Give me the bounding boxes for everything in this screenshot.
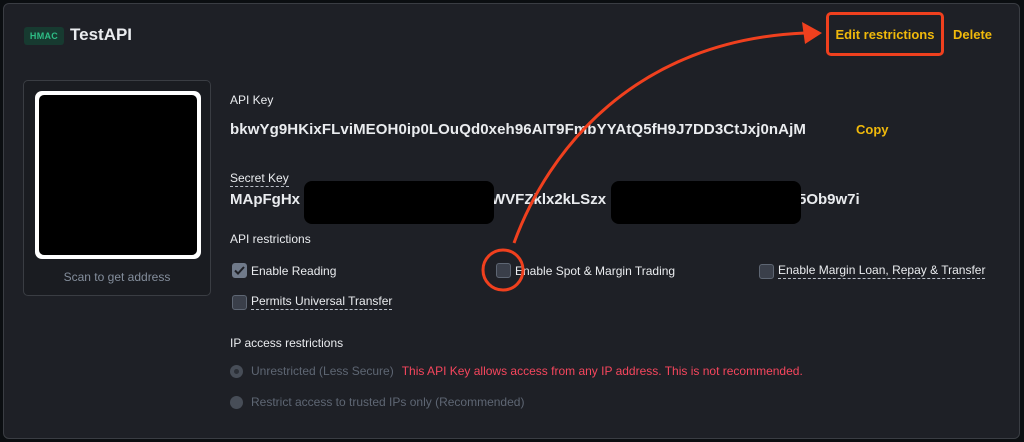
unrestricted-ip-option[interactable]: Unrestricted (Less Secure) This API Key … — [230, 364, 803, 378]
secret-key-label-text: Secret Key — [230, 171, 289, 187]
api-key-label: API Key — [230, 93, 274, 107]
restricted-radio[interactable] — [230, 395, 243, 409]
restricted-label: Restrict access to trusted IPs only (Rec… — [251, 395, 525, 409]
ip-access-label: IP access restrictions — [230, 336, 344, 350]
qr-caption: Scan to get address — [63, 270, 171, 284]
universal-transfer-checkbox[interactable] — [232, 294, 247, 310]
qr-code-redacted — [39, 95, 197, 255]
delete-button[interactable]: Delete — [953, 27, 992, 42]
checkmark-icon — [234, 266, 245, 275]
qr-code-image — [35, 91, 201, 259]
redaction-block-2 — [611, 181, 801, 224]
spot-margin-trading-label: Enable Spot & Margin Trading — [515, 263, 676, 278]
margin-loan-label: Enable Margin Loan, Repay & Transfer — [778, 263, 986, 279]
edit-restrictions-label: Edit restrictions — [835, 26, 935, 42]
hmac-badge: HMAC — [24, 27, 64, 45]
unrestricted-label: Unrestricted (Less Secure) — [251, 364, 394, 378]
universal-transfer-label: Permits Universal Transfer — [251, 294, 393, 310]
margin-loan-option[interactable]: Enable Margin Loan, Repay & Transfer — [759, 263, 986, 279]
restricted-ip-option[interactable]: Restrict access to trusted IPs only (Rec… — [230, 395, 524, 409]
copy-button[interactable]: Copy — [856, 122, 889, 137]
api-key-value: bkwYg9HKixFLviMEOH0ip0LOuQd0xeh96AIT9Fmb… — [230, 121, 806, 138]
enable-reading-label: Enable Reading — [251, 263, 337, 278]
api-restrictions-label: API restrictions — [230, 232, 311, 246]
secret-key-part-3: 5Ob9w7i — [798, 191, 860, 208]
margin-loan-checkbox[interactable] — [759, 263, 774, 279]
spot-margin-trading-option[interactable]: Enable Spot & Margin Trading — [496, 263, 675, 278]
secret-key-part-1: MApFgHx — [230, 191, 300, 208]
ip-warning-text: This API Key allows access from any IP a… — [401, 364, 803, 378]
redaction-block-1 — [304, 181, 494, 224]
unrestricted-radio[interactable] — [230, 364, 243, 378]
edit-restrictions-button[interactable]: Edit restrictions — [826, 12, 944, 56]
universal-transfer-option[interactable]: Permits Universal Transfer — [232, 294, 393, 310]
enable-reading-option[interactable]: Enable Reading — [232, 263, 336, 278]
secret-key-label: Secret Key — [230, 171, 289, 187]
qr-code-panel: Scan to get address — [23, 80, 211, 296]
spot-margin-trading-checkbox[interactable] — [496, 263, 511, 278]
enable-reading-checkbox[interactable] — [232, 263, 247, 278]
api-name-title: TestAPI — [70, 25, 133, 44]
secret-key-part-2: WVFZklx2kLSzx — [491, 191, 607, 208]
